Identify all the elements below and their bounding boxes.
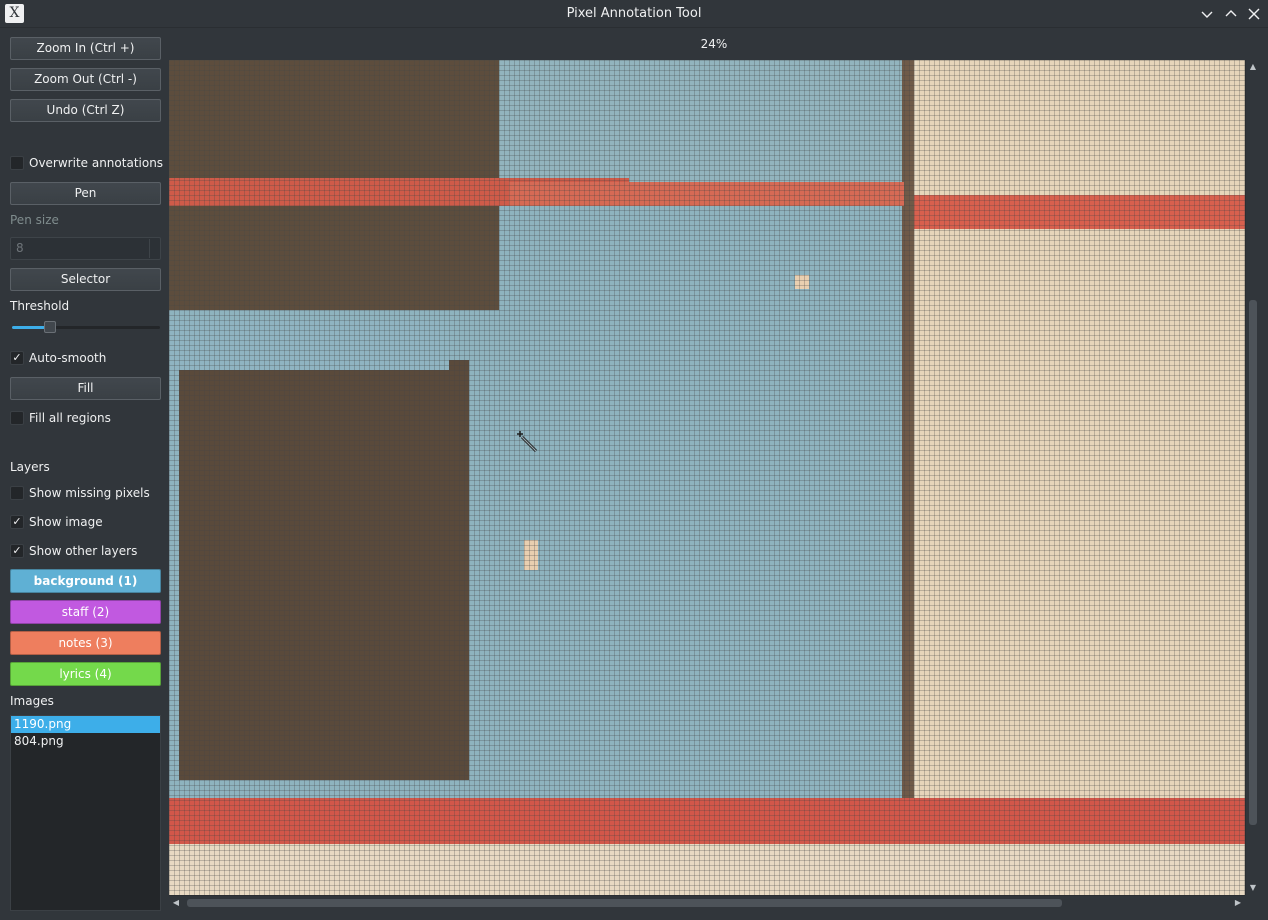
show-missing-pixels-label: Show missing pixels [29,486,150,500]
window-title: Pixel Annotation Tool [566,6,702,21]
layer-button-notes[interactable]: notes (3) [10,631,161,655]
vertical-scroll-thumb[interactable] [1249,300,1257,825]
show-image-checkbox[interactable]: ✓ Show image [10,514,103,530]
pen-size-label: Pen size [10,213,59,227]
checkbox-box[interactable] [10,486,24,500]
pen-size-spinbox[interactable]: 8 [10,237,161,260]
close-icon [1248,8,1260,20]
overwrite-annotations-label: Overwrite annotations [29,156,164,170]
chevron-up-icon [1225,10,1237,17]
checkbox-box[interactable] [10,411,24,425]
show-image-label: Show image [29,515,103,529]
image-file-list[interactable]: 1190.png 804.png [10,715,161,911]
scroll-right-icon[interactable]: ▶ [1232,897,1244,909]
image-list-item[interactable]: 804.png [11,733,160,750]
auto-smooth-label: Auto-smooth [29,351,107,365]
magic-wand-cursor-icon [517,431,538,453]
horizontal-scrollbar[interactable]: ◀ ▶ [169,895,1245,909]
spin-arrows-icon[interactable] [149,239,159,258]
checkbox-box[interactable]: ✓ [10,515,24,529]
scroll-down-icon[interactable]: ▼ [1247,882,1259,894]
fill-all-regions-label: Fill all regions [29,411,111,425]
layers-heading: Layers [10,460,50,474]
close-button[interactable] [1245,5,1263,23]
horizontal-scroll-thumb[interactable] [187,899,1062,907]
show-other-layers-label: Show other layers [29,544,138,558]
fill-all-regions-checkbox[interactable]: Fill all regions [10,410,111,426]
checkbox-box[interactable] [10,156,24,170]
zoom-out-button[interactable]: Zoom Out (Ctrl -) [10,68,161,91]
zoom-in-button[interactable]: Zoom In (Ctrl +) [10,37,161,60]
images-heading: Images [10,694,54,708]
fill-button[interactable]: Fill [10,377,161,400]
chevron-down-icon [1201,11,1213,18]
scroll-up-icon[interactable]: ▲ [1247,61,1259,73]
auto-smooth-checkbox[interactable]: ✓ Auto-smooth [10,350,106,366]
annotation-canvas[interactable] [169,60,1245,895]
layer-button-lyrics[interactable]: lyrics (4) [10,662,161,686]
pixel-grid [169,60,1245,895]
overwrite-annotations-checkbox[interactable]: Overwrite annotations [10,155,163,171]
show-other-layers-checkbox[interactable]: ✓ Show other layers [10,543,137,559]
minimize-button[interactable] [1198,5,1216,23]
undo-button[interactable]: Undo (Ctrl Z) [10,99,161,122]
layer-button-staff[interactable]: staff (2) [10,600,161,624]
layer-button-background[interactable]: background (1) [10,569,161,593]
title-bar: X Pixel Annotation Tool [0,0,1268,28]
threshold-label: Threshold [10,299,70,313]
image-list-item[interactable]: 1190.png [11,716,160,733]
pen-button[interactable]: Pen [10,182,161,205]
threshold-slider[interactable] [12,326,160,329]
pen-size-value: 8 [16,241,24,255]
selector-button[interactable]: Selector [10,268,161,291]
maximize-button[interactable] [1222,5,1240,23]
threshold-slider-handle[interactable] [44,321,56,333]
zoom-level: 24% [700,37,728,51]
checkbox-box[interactable]: ✓ [10,351,24,365]
show-missing-pixels-checkbox[interactable]: Show missing pixels [10,485,150,501]
scroll-left-icon[interactable]: ◀ [170,897,182,909]
checkbox-box[interactable]: ✓ [10,544,24,558]
vertical-scrollbar[interactable]: ▲ ▼ [1245,60,1259,895]
tool-sidebar: Zoom In (Ctrl +) Zoom Out (Ctrl -) Undo … [0,29,170,920]
